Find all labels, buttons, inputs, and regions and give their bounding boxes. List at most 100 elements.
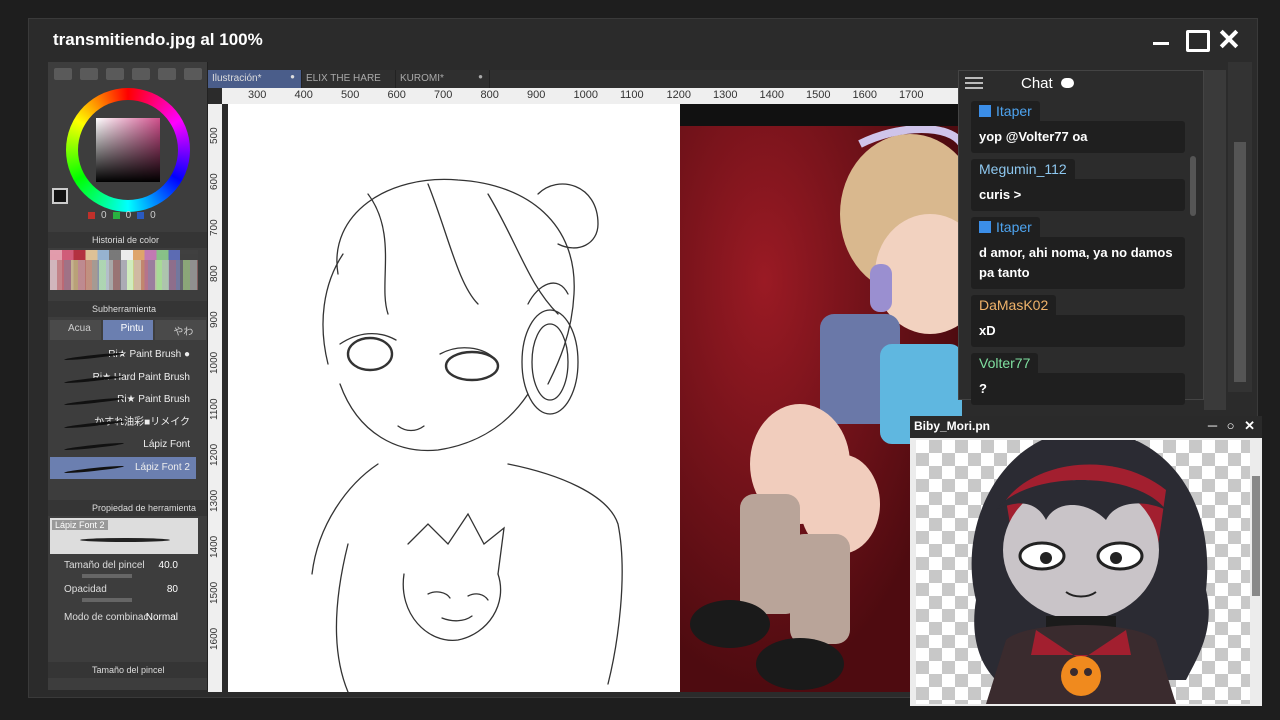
opacity-value[interactable]: 80 bbox=[167, 584, 178, 595]
ruler-tick-label: 900 bbox=[209, 311, 220, 328]
tab-label: Ilustración* bbox=[212, 73, 262, 84]
color-history-palette[interactable] bbox=[50, 250, 198, 290]
close-tab-icon[interactable]: ● bbox=[478, 72, 483, 81]
ruler-tick-label: 1400 bbox=[759, 89, 784, 101]
brush-item[interactable]: Ri★ Paint Brush ● bbox=[50, 344, 196, 367]
ruler-tick-label: 1100 bbox=[209, 398, 220, 420]
opacity-label: Opacidad bbox=[64, 584, 107, 595]
ruler-vertical: 500 600 700 800 900 1000 1100 1200 1300 1400 1500 1… bbox=[208, 104, 222, 692]
tab-yawa[interactable]: やわ bbox=[155, 320, 207, 340]
minimize-icon[interactable] bbox=[1151, 29, 1171, 49]
document-tabs: Ilustración* ● ELIX THE HARE KUROMI* ● bbox=[208, 70, 960, 88]
drawing-canvas[interactable] bbox=[228, 104, 680, 693]
saturation-value-box[interactable] bbox=[96, 118, 160, 182]
user-badge-icon bbox=[979, 221, 991, 233]
color-history-header[interactable]: Historial de color bbox=[48, 232, 207, 248]
subtool-tabs: Acua Pintu やわ bbox=[50, 320, 207, 340]
ruler-tick-label: 1000 bbox=[573, 89, 598, 101]
ruler-tick-label: 1200 bbox=[209, 443, 220, 466]
avatar-window: Biby_Mori.pn ─ ○ ✕ bbox=[910, 416, 1262, 706]
brush-size-row[interactable]: Tamaño del pincel 40.0 bbox=[64, 560, 194, 578]
right-side-panel bbox=[1204, 70, 1226, 410]
avatar-window-controls[interactable]: ─ ○ ✕ bbox=[1208, 418, 1258, 434]
brush-item[interactable]: Ri★ Paint Brush bbox=[50, 389, 196, 412]
ruler-tick-label: 1500 bbox=[806, 89, 831, 101]
transparent-background bbox=[916, 430, 1250, 704]
ruler-tick-label: 800 bbox=[480, 89, 499, 101]
ruler-tick-label: 1600 bbox=[209, 627, 220, 650]
tab-ilustracion[interactable]: Ilustración* ● bbox=[208, 70, 302, 88]
avatar-window-title: Biby_Mori.pn bbox=[914, 419, 991, 433]
red-value: 0 bbox=[101, 210, 107, 221]
blend-mode-select[interactable]: Normal bbox=[146, 612, 178, 623]
rgb-readout: 0 0 0 bbox=[88, 210, 156, 221]
brush-item[interactable]: Lápiz Font bbox=[50, 434, 196, 457]
avatar-image bbox=[971, 430, 1209, 704]
chat-panel: Chat Itaper yop @Volter77 oa Megumin_112 cu… bbox=[958, 70, 1204, 405]
blend-mode-row[interactable]: Modo de combinac Normal bbox=[64, 612, 194, 628]
chat-message: Megumin_112 curis > bbox=[971, 159, 1185, 211]
opacity-row[interactable]: Opacidad 80 bbox=[64, 584, 194, 602]
brush-item[interactable]: Ri★ Hard Paint Brush bbox=[50, 367, 196, 390]
brush-item[interactable]: かすれ油彩■リメイク bbox=[50, 412, 196, 435]
slider-mode-icon[interactable] bbox=[106, 68, 124, 80]
maximize-icon[interactable] bbox=[1185, 29, 1210, 52]
chat-username-text: Megumin_112 bbox=[979, 161, 1067, 177]
chat-username-text: Itaper bbox=[996, 103, 1032, 119]
left-panel: 0 0 0 Historial de color Subherramienta … bbox=[48, 62, 208, 690]
blue-dot bbox=[137, 212, 145, 219]
brush-size-panel-header[interactable]: Tamaño del pincel bbox=[48, 662, 207, 678]
ruler-tick-label: 1700 bbox=[899, 89, 924, 101]
chat-username[interactable]: DaMasK02 bbox=[971, 295, 1057, 315]
chat-scrollbar[interactable] bbox=[1189, 101, 1197, 391]
tab-pintura[interactable]: Pintu bbox=[102, 320, 154, 340]
ruler-tick-label: 1400 bbox=[209, 535, 220, 558]
ruler-tick-label: 500 bbox=[341, 89, 360, 101]
tab-kuromi[interactable]: KUROMI* ● bbox=[396, 70, 490, 88]
brush-size-value[interactable]: 40.0 bbox=[159, 560, 178, 571]
chat-title: Chat bbox=[1021, 75, 1053, 92]
opacity-slider[interactable] bbox=[82, 598, 132, 602]
scroll-thumb[interactable] bbox=[1190, 156, 1196, 216]
ruler-tick-label: 500 bbox=[209, 127, 220, 144]
tab-acuarela[interactable]: Acua bbox=[50, 320, 101, 340]
chat-message: Itaper yop @Volter77 oa bbox=[971, 101, 1185, 153]
blue-value: 0 bbox=[150, 210, 156, 221]
menu-icon[interactable] bbox=[54, 68, 72, 80]
chat-username[interactable]: Itaper bbox=[971, 217, 1040, 237]
ruler-tick-label: 600 bbox=[209, 173, 220, 190]
vertical-scrollbar[interactable] bbox=[1234, 142, 1246, 382]
record-icon[interactable] bbox=[184, 68, 202, 80]
brush-size-slider[interactable] bbox=[82, 574, 132, 578]
chat-message-text: d amor, ahi noma, ya no damos pa tanto bbox=[971, 237, 1185, 289]
chat-message: Itaper d amor, ahi noma, ya no damos pa t… bbox=[971, 217, 1185, 289]
ruler-tick-label: 1500 bbox=[209, 581, 220, 604]
ruler-horizontal: 300 400 500 600 700 800 900 1000 1100 1200 1300 140… bbox=[222, 88, 960, 104]
title-bar: transmitiendo.jpg al 100% bbox=[29, 19, 1257, 63]
ruler-tick-label: 400 bbox=[294, 89, 313, 101]
close-icon[interactable] bbox=[1219, 29, 1239, 49]
set-mode-icon[interactable] bbox=[132, 68, 150, 80]
chat-username[interactable]: Megumin_112 bbox=[971, 159, 1075, 179]
close-tab-icon[interactable]: ● bbox=[290, 72, 295, 81]
tab-elix[interactable]: ELIX THE HARE bbox=[302, 70, 396, 88]
ruler-tick-label: 700 bbox=[209, 219, 220, 236]
ruler-tick-label: 700 bbox=[434, 89, 453, 101]
tool-property-header[interactable]: Propiedad de herramienta bbox=[48, 500, 207, 516]
wheel-mode-icon[interactable] bbox=[80, 68, 98, 80]
avatar-scrollbar[interactable] bbox=[1252, 476, 1260, 596]
ruler-tick-label: 1100 bbox=[620, 89, 644, 101]
brush-preview: Lápiz Font 2 bbox=[50, 518, 198, 554]
chat-username[interactable]: Volter77 bbox=[971, 353, 1039, 373]
ruler-tick-label: 1200 bbox=[666, 89, 691, 101]
blend-mode-label: Modo de combinac bbox=[64, 612, 149, 623]
reference-top-band bbox=[680, 104, 962, 126]
menu-icon[interactable] bbox=[965, 77, 983, 89]
approx-mode-icon[interactable] bbox=[158, 68, 176, 80]
main-color-swatch[interactable] bbox=[52, 188, 68, 204]
subtool-header[interactable]: Subherramienta bbox=[48, 301, 207, 317]
brush-item-selected[interactable]: Lápiz Font 2 bbox=[50, 456, 196, 479]
chat-message: Volter77? bbox=[971, 353, 1185, 405]
chat-username[interactable]: Itaper bbox=[971, 101, 1040, 121]
sketch-artwork bbox=[311, 178, 623, 693]
